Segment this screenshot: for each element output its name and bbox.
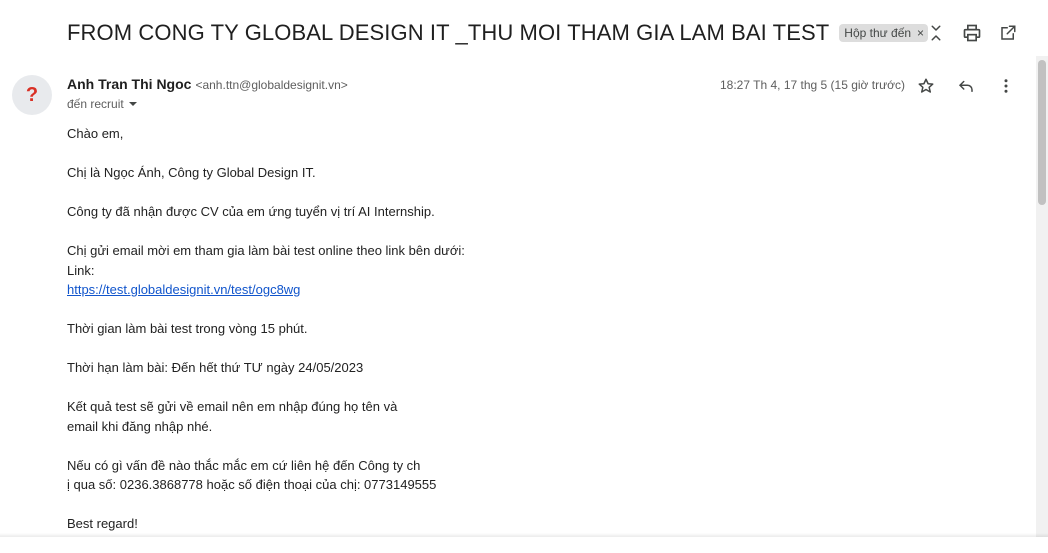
result-paragraph: Kết quả test sẽ gửi về email nên em nhập… xyxy=(67,397,947,436)
top-actions xyxy=(924,21,1020,45)
subject-row: FROM CONG TY GLOBAL DESIGN IT _THU MOI T… xyxy=(67,18,929,48)
unfold-less-icon xyxy=(931,25,941,41)
deadline-line: Thời hạn làm bài: Đến hết thứ TƯ ngày 24… xyxy=(67,360,364,375)
result-line-1: Kết quả test sẽ gửi về email nên em nhập… xyxy=(67,399,398,414)
print-button[interactable] xyxy=(960,21,984,45)
cv-received-line: Công ty đã nhận được CV của em ứng tuyển… xyxy=(67,204,435,219)
message-actions xyxy=(914,74,1018,98)
more-vert-icon xyxy=(1004,79,1008,93)
sender-email: <anh.ttn@globaldesignit.vn> xyxy=(195,78,348,92)
duration-line: Thời gian làm bài test trong vòng 15 phú… xyxy=(67,321,308,336)
scrollbar-thumb[interactable] xyxy=(1038,60,1046,205)
inbox-label-chip[interactable]: Hộp thư đến × xyxy=(839,24,929,42)
more-options-button[interactable] xyxy=(994,74,1018,98)
reply-icon xyxy=(959,80,973,92)
sender-line: Anh Tran Thi Ngoc <anh.ttn@globaldesigni… xyxy=(67,76,348,92)
open-new-window-button[interactable] xyxy=(996,21,1020,45)
star-button[interactable] xyxy=(914,74,938,98)
remove-label-button[interactable]: × xyxy=(917,26,924,40)
email-date: 18:27 Th 4, 17 thg 5 (15 giờ trước) xyxy=(720,78,905,92)
open-in-new-icon xyxy=(1001,25,1016,40)
email-subject: FROM CONG TY GLOBAL DESIGN IT _THU MOI T… xyxy=(67,20,830,45)
email-body: Chào em, Chị là Ngọc Ánh, Công ty Global… xyxy=(67,124,947,553)
contact-line-1: Nếu có gì vấn đề nào thắc mắc em cứ liên… xyxy=(67,457,421,473)
contact-line-2: ị qua số: 0236.3868778 hoặc số điện thoạ… xyxy=(67,477,437,492)
collapse-all-button[interactable] xyxy=(924,21,948,45)
test-link[interactable]: https://test.globaldesignit.vn/test/ogc8… xyxy=(67,282,300,297)
print-icon xyxy=(963,24,981,42)
result-line-2: email khi đăng nhập nhé. xyxy=(67,418,213,434)
label-text: Hộp thư đến xyxy=(844,26,912,40)
closing-line: Best regard! xyxy=(67,516,138,531)
avatar-glyph: ? xyxy=(26,84,38,106)
contact-paragraph: Nếu có gì vấn đề nào thắc mắc em cứ liên… xyxy=(67,456,947,495)
sender-name[interactable]: Anh Tran Thi Ngoc xyxy=(67,76,191,92)
bottom-shadow xyxy=(0,533,1048,537)
star-icon xyxy=(918,78,934,93)
link-label: Link: xyxy=(67,262,95,278)
question-mark-icon: ? xyxy=(26,84,38,106)
recipient-details-toggle[interactable]: đến recruit xyxy=(67,97,138,111)
recipient-text: đến recruit xyxy=(67,97,124,111)
intro-line: Chị là Ngọc Ánh, Công ty Global Design I… xyxy=(67,165,316,180)
invite-line: Chị gửi email mời em tham gia làm bài te… xyxy=(67,243,465,258)
greeting: Chào em, xyxy=(67,126,124,141)
arrow-drop-down-icon xyxy=(128,102,137,106)
reply-button[interactable] xyxy=(954,74,978,98)
sender-avatar[interactable]: ? xyxy=(12,75,52,115)
invite-paragraph: Chị gửi email mời em tham gia làm bài te… xyxy=(67,241,947,300)
